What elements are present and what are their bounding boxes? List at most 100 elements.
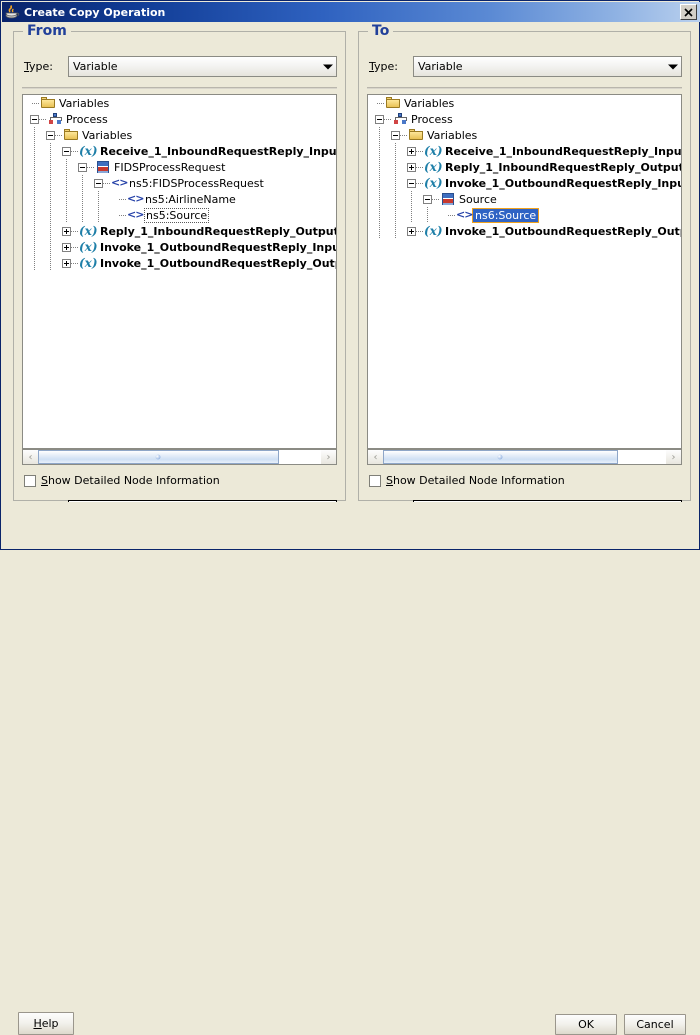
from-scroll-track[interactable] bbox=[38, 450, 321, 464]
tree-indent bbox=[391, 159, 407, 175]
cancel-button[interactable]: Cancel bbox=[624, 1014, 686, 1035]
help-button[interactable]: Help bbox=[18, 1012, 74, 1035]
tree-connector bbox=[71, 230, 78, 232]
tree-item[interactable]: Variables bbox=[368, 95, 681, 111]
expand-icon[interactable] bbox=[62, 226, 71, 236]
from-type-select[interactable]: Variable bbox=[68, 56, 337, 77]
to-scroll-thumb[interactable] bbox=[383, 450, 618, 464]
expand-icon[interactable] bbox=[62, 242, 71, 252]
tree-item-label: Invoke_1_OutboundRequestReply_InputVaria… bbox=[445, 176, 681, 190]
from-scroll-thumb[interactable] bbox=[38, 450, 279, 464]
collapse-icon[interactable] bbox=[46, 130, 55, 140]
tree-item[interactable]: Variables bbox=[368, 127, 681, 143]
expand-icon[interactable] bbox=[407, 162, 416, 172]
tree-item[interactable]: (x)Invoke_1_OutboundRequestReply_InputVa… bbox=[23, 239, 336, 255]
tree-item[interactable]: Source bbox=[368, 191, 681, 207]
tree-connector bbox=[119, 198, 126, 200]
from-horizontal-scrollbar[interactable]: ‹ › bbox=[22, 449, 337, 465]
scroll-left-icon[interactable]: ‹ bbox=[368, 450, 383, 464]
tree-item[interactable]: Variables bbox=[23, 95, 336, 111]
collapse-icon[interactable] bbox=[375, 114, 384, 124]
from-detailed-node-row[interactable]: Show Detailed Node Information bbox=[24, 474, 220, 487]
scroll-left-icon[interactable]: ‹ bbox=[23, 450, 38, 464]
tree-item[interactable]: (x)Reply_1_InboundRequestReply_OutputVar… bbox=[368, 159, 681, 175]
tree-indent bbox=[391, 191, 407, 207]
variable-icon: (x) bbox=[79, 256, 98, 270]
tree-connector bbox=[71, 262, 78, 264]
variable-icon: (x) bbox=[79, 240, 98, 254]
collapse-icon[interactable] bbox=[78, 162, 87, 172]
to-detailed-node-row[interactable]: Show Detailed Node Information bbox=[369, 474, 565, 487]
from-tree-panel[interactable]: Variables Process Variables (x) Receive_1_In… bbox=[22, 94, 337, 449]
tree-item[interactable]: Variables bbox=[23, 127, 336, 143]
to-show-detailed-node-checkbox[interactable] bbox=[369, 474, 381, 487]
tree-item-label: ns5:FIDSProcessRequest bbox=[129, 176, 264, 190]
scroll-right-icon[interactable]: › bbox=[666, 450, 681, 464]
collapse-icon[interactable] bbox=[94, 178, 103, 188]
tree-connector bbox=[416, 166, 423, 168]
tree-indent bbox=[30, 239, 46, 255]
tree-indent bbox=[46, 239, 62, 255]
tree-item[interactable]: <> ns5:FIDSProcessRequest bbox=[23, 175, 336, 191]
tree-item[interactable]: (x)Invoke_1_OutboundRequestReply_InputVa… bbox=[368, 175, 681, 191]
collapse-icon[interactable] bbox=[30, 114, 39, 124]
variable-icon: (x) bbox=[424, 144, 443, 158]
tree-item[interactable]: <> ns5:Source bbox=[23, 207, 336, 223]
dialog-button-bar: Help OK Cancel bbox=[2, 502, 698, 1035]
tree-indent bbox=[30, 223, 46, 239]
tree-item[interactable]: <> ns5:AirlineName bbox=[23, 191, 336, 207]
tree-indent bbox=[30, 191, 46, 207]
collapse-icon[interactable] bbox=[407, 178, 416, 188]
expand-icon[interactable] bbox=[407, 146, 416, 156]
tree-item-label: Process bbox=[411, 112, 453, 126]
tree-item[interactable]: Process bbox=[23, 111, 336, 127]
collapse-icon[interactable] bbox=[62, 146, 71, 156]
tree-indent bbox=[46, 143, 62, 159]
to-type-row: Type: Variable bbox=[367, 56, 682, 77]
tree-item[interactable]: Process bbox=[368, 111, 681, 127]
process-icon bbox=[392, 111, 408, 127]
collapse-icon[interactable] bbox=[423, 194, 432, 204]
expand-icon[interactable] bbox=[407, 226, 416, 236]
tree-indent bbox=[46, 159, 62, 175]
tree-item[interactable]: (x)Reply_1_InboundRequestReply_OutputVar… bbox=[23, 223, 336, 239]
collapse-icon[interactable] bbox=[391, 130, 400, 140]
tree-item-label: ns5:Source bbox=[144, 207, 210, 223]
to-type-select[interactable]: Variable bbox=[413, 56, 682, 77]
tree-item-label: Variables bbox=[404, 96, 455, 110]
to-scroll-track[interactable] bbox=[383, 450, 666, 464]
tree-item[interactable]: <> ns6:Source bbox=[368, 207, 681, 223]
variable-icon: (x) bbox=[424, 160, 443, 174]
to-tree-panel[interactable]: Variables Process Variables (x) Receive_1_In… bbox=[367, 94, 682, 449]
tree-connector bbox=[71, 246, 78, 248]
tree-item[interactable]: (x)Receive_1_InboundRequestReply_InputVa… bbox=[368, 143, 681, 159]
from-tree[interactable]: Variables Process Variables (x) Receive_1_In… bbox=[23, 95, 336, 448]
tree-indent bbox=[407, 191, 423, 207]
ok-button[interactable]: OK bbox=[555, 1014, 617, 1035]
expand-icon[interactable] bbox=[62, 258, 71, 268]
tree-connector bbox=[416, 182, 423, 184]
chevron-down-icon bbox=[668, 64, 678, 69]
tree-connector bbox=[39, 118, 46, 120]
to-horizontal-scrollbar[interactable]: ‹ › bbox=[367, 449, 682, 465]
java-coffee-icon bbox=[4, 4, 20, 20]
tree-item[interactable]: (x)Invoke_1_OutboundRequestReply_OutputV… bbox=[368, 223, 681, 239]
tree-item-label: Variables bbox=[427, 128, 478, 142]
tree-item[interactable]: (x)Invoke_1_OutboundRequestReply_OutputV… bbox=[23, 255, 336, 271]
tree-item-label: Variables bbox=[59, 96, 110, 110]
to-group-title: To bbox=[368, 23, 394, 39]
tree-item[interactable]: (x)Receive_1_InboundRequestReply_InputVa… bbox=[23, 143, 336, 159]
to-tree[interactable]: Variables Process Variables (x) Receive_1_In… bbox=[368, 95, 681, 448]
scroll-right-icon[interactable]: › bbox=[321, 450, 336, 464]
tree-indent bbox=[30, 207, 46, 223]
tree-item[interactable]: FIDSProcessRequest bbox=[23, 159, 336, 175]
close-icon[interactable] bbox=[680, 4, 697, 20]
from-show-detailed-node-checkbox[interactable] bbox=[24, 474, 36, 487]
